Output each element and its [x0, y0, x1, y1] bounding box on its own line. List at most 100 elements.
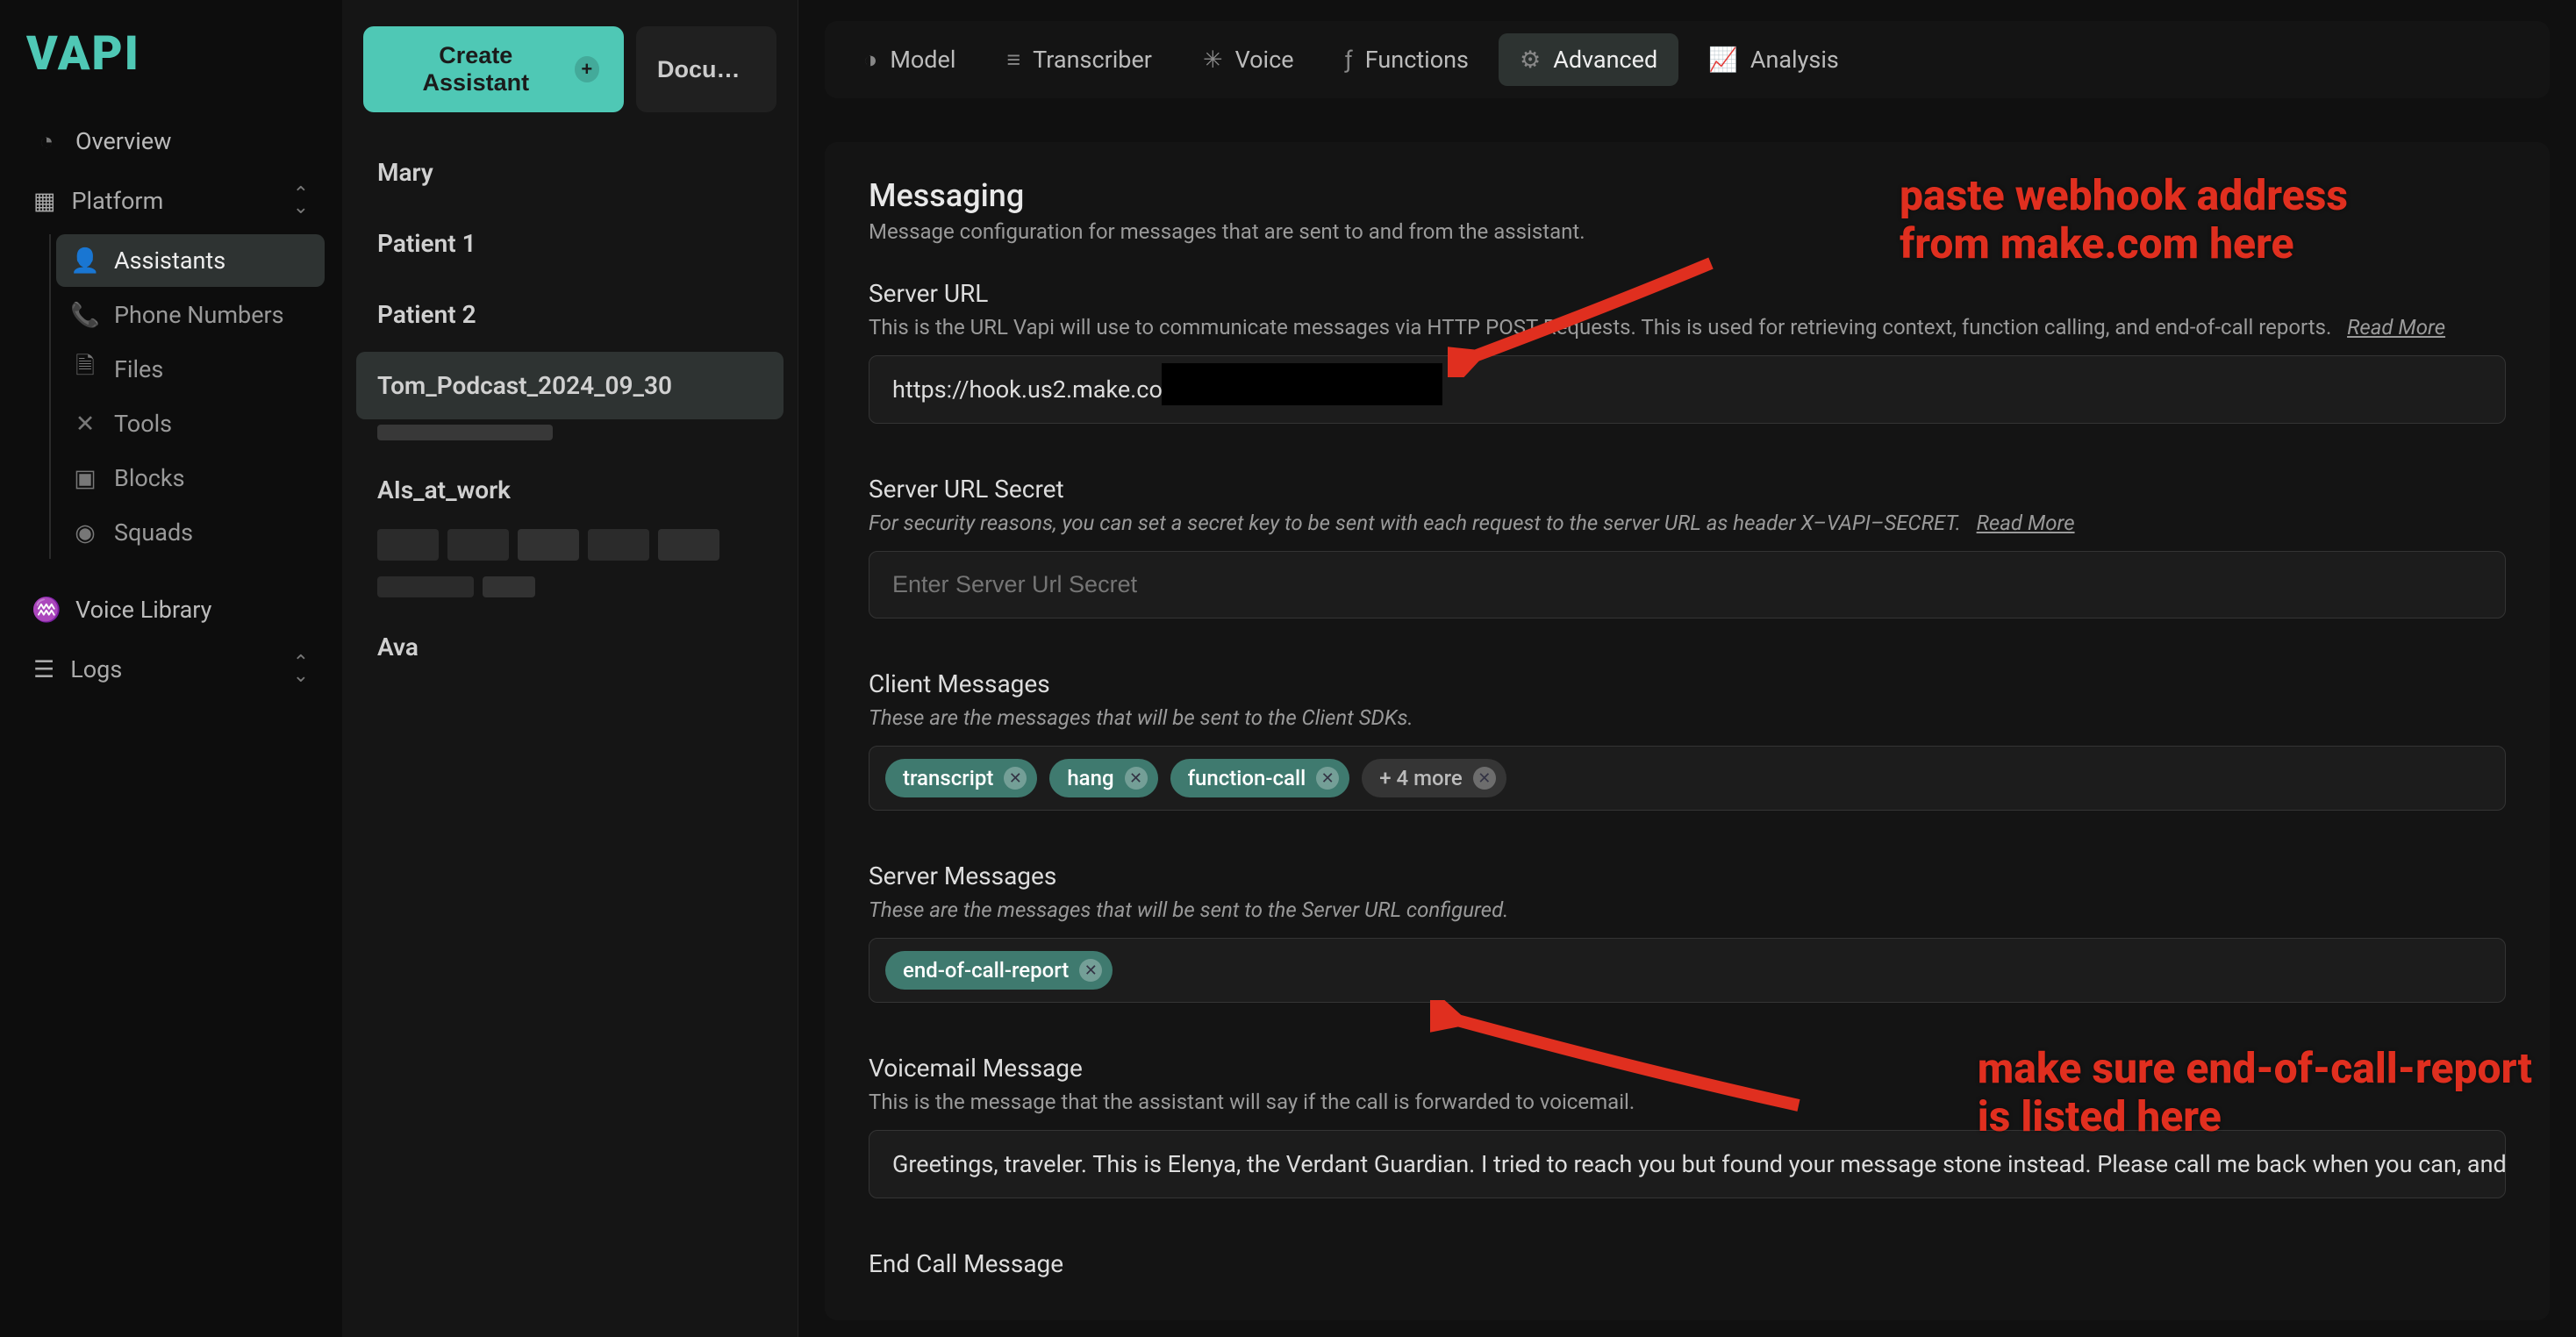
redacted-block	[1162, 363, 1442, 405]
nav-label: Files	[114, 355, 163, 383]
assistant-item[interactable]: Mary	[356, 139, 784, 206]
nav-overview[interactable]: ◔ Overview	[18, 115, 325, 168]
tab-analysis[interactable]: 📈Analysis	[1687, 33, 1860, 86]
nav-logs[interactable]: ☰ Logs ⌃⌄	[18, 643, 325, 696]
tab-advanced[interactable]: ⚙Advanced	[1499, 33, 1678, 86]
tab-label: Transcriber	[1033, 46, 1152, 74]
tab-label: Model	[890, 46, 955, 74]
redacted-subtitle	[356, 423, 784, 456]
phone-icon: 📞	[72, 302, 98, 328]
nav-tools[interactable]: ✕ Tools	[56, 397, 325, 450]
tab-voice[interactable]: ✳ Voice	[1182, 33, 1315, 86]
voicemail-input[interactable]: Greetings, traveler. This is Elenya, the…	[869, 1130, 2506, 1198]
nav-platform-header[interactable]: ▦ Platform ⌃⌄	[18, 175, 325, 227]
tag-label: + 4 more	[1379, 766, 1463, 790]
tab-label: Analysis	[1750, 46, 1839, 74]
section-subtitle: Message configuration for messages that …	[869, 219, 2506, 244]
main-content: ◑ Model ≡Transcriber ✳ Voice ƒFunctions ⚙A…	[798, 0, 2576, 1337]
tag-more[interactable]: + 4 more ✕	[1362, 759, 1506, 797]
tab-label: Advanced	[1553, 46, 1657, 74]
chevron-updown-icon: ⌃⌄	[293, 656, 309, 683]
field-label: Client Messages	[869, 669, 2506, 698]
user-icon: 👤	[72, 247, 98, 274]
assistants-list: Create Assistant + Docume... Mary Patien…	[342, 0, 798, 1337]
nav-assistants[interactable]: 👤 Assistants	[56, 234, 325, 287]
functions-icon: ƒ	[1345, 46, 1353, 74]
button-label: Create Assistant	[388, 42, 564, 97]
nav-label: Assistants	[114, 247, 225, 275]
client-messages-tags[interactable]: transcript✕ hang✕ function-call ✕ + 4 mor…	[869, 746, 2506, 811]
tag-label: function-call	[1188, 766, 1306, 790]
nav-label: Phone Numbers	[114, 301, 284, 329]
server-messages-tags[interactable]: end-of-call-report ✕	[869, 938, 2506, 1003]
plus-icon: +	[575, 56, 599, 82]
assistant-item[interactable]: Patient 2	[356, 281, 784, 348]
nav-label: Overview	[75, 127, 171, 155]
nav-label: Voice Library	[75, 596, 211, 624]
assistant-item[interactable]: Tom_Podcast_2024_09_30	[356, 352, 784, 419]
field-help: For security reasons, you can set a secr…	[869, 511, 2506, 535]
server-url-input[interactable]: https://hook.us2.make.com/	[869, 355, 2506, 424]
nav-label: Blocks	[114, 464, 185, 492]
left-sidebar: VAPI ◔ Overview ▦ Platform ⌃⌄ 👤 Assistan…	[0, 0, 342, 1337]
tag-end-of-call-report[interactable]: end-of-call-report ✕	[885, 951, 1113, 990]
tag-hang[interactable]: hang✕	[1049, 759, 1157, 797]
tag-label: end-of-call-report	[903, 958, 1069, 983]
field-client-messages: Client Messages These are the messages t…	[869, 669, 2506, 811]
tag-transcript[interactable]: transcript✕	[885, 759, 1037, 797]
field-label: Server URL	[869, 279, 2506, 308]
section-title: Messaging	[869, 177, 2506, 214]
model-icon: ◑	[863, 46, 877, 74]
nav-label: Tools	[114, 410, 172, 438]
field-label: Server URL Secret	[869, 475, 2506, 504]
logs-icon: ☰	[33, 655, 54, 683]
tab-functions[interactable]: ƒFunctions	[1324, 33, 1490, 86]
input-value: https://hook.us2.make.com/	[892, 375, 1193, 404]
grid-icon: ▦	[33, 187, 56, 215]
remove-icon[interactable]: ✕	[1079, 959, 1102, 982]
nav-voice-library[interactable]: ♒ Voice Library	[18, 583, 325, 636]
documentation-button[interactable]: Docume...	[636, 26, 776, 112]
nav-label: Logs	[70, 655, 122, 683]
field-server-url: Server URL This is the URL Vapi will use…	[869, 279, 2506, 424]
tab-model[interactable]: ◑ Model	[842, 33, 977, 86]
help-text: This is the URL Vapi will use to communi…	[869, 315, 2331, 340]
read-more-link[interactable]: Read More	[1977, 511, 2075, 535]
voice-icon: ✳	[1203, 46, 1223, 74]
nav-phone-numbers[interactable]: 📞 Phone Numbers	[56, 289, 325, 341]
messaging-panel: Messaging Message configuration for mess…	[825, 142, 2550, 1320]
blocks-icon: ▣	[72, 465, 98, 491]
file-icon: 🗎	[72, 356, 98, 383]
tab-label: Voice	[1235, 46, 1294, 74]
tab-transcriber[interactable]: ≡Transcriber	[985, 33, 1173, 86]
wrench-icon: ✕	[72, 411, 98, 437]
field-server-secret: Server URL Secret For security reasons, …	[869, 475, 2506, 618]
remove-icon[interactable]: ✕	[1004, 767, 1027, 790]
field-help: This is the message that the assistant w…	[869, 1090, 2506, 1114]
assistant-item[interactable]: Ava	[356, 613, 784, 681]
nav-files[interactable]: 🗎 Files	[56, 343, 325, 396]
read-more-link[interactable]: Read More	[2347, 315, 2445, 340]
assistant-item[interactable]: AIs_at_work	[356, 456, 784, 524]
redacted-subtitle	[356, 576, 784, 613]
assistant-item[interactable]: Patient 1	[356, 210, 784, 277]
remove-icon[interactable]: ✕	[1125, 767, 1148, 790]
config-tabs: ◑ Model ≡Transcriber ✳ Voice ƒFunctions ⚙A…	[825, 21, 2550, 98]
server-secret-input[interactable]	[869, 551, 2506, 618]
remove-icon[interactable]: ✕	[1316, 767, 1339, 790]
nav-squads[interactable]: ◉ Squads	[56, 506, 325, 559]
waveform-icon: ♒	[33, 597, 60, 623]
field-voicemail: Voicemail Message This is the message th…	[869, 1054, 2506, 1198]
nav-label: Platform	[72, 187, 164, 215]
help-text: For security reasons, you can set a secr…	[869, 511, 1961, 535]
field-label: End Call Message	[869, 1249, 2506, 1278]
input-value: Greetings, traveler. This is Elenya, the…	[892, 1150, 2506, 1178]
create-assistant-button[interactable]: Create Assistant +	[363, 26, 624, 112]
field-end-call: End Call Message	[869, 1249, 2506, 1278]
field-help: These are the messages that will be sent…	[869, 897, 2506, 922]
gauge-icon: ◔	[33, 128, 60, 154]
tag-function-call[interactable]: function-call ✕	[1170, 759, 1350, 797]
nav-blocks[interactable]: ▣ Blocks	[56, 452, 325, 504]
remove-icon[interactable]: ✕	[1473, 767, 1496, 790]
field-server-messages: Server Messages These are the messages t…	[869, 862, 2506, 1003]
